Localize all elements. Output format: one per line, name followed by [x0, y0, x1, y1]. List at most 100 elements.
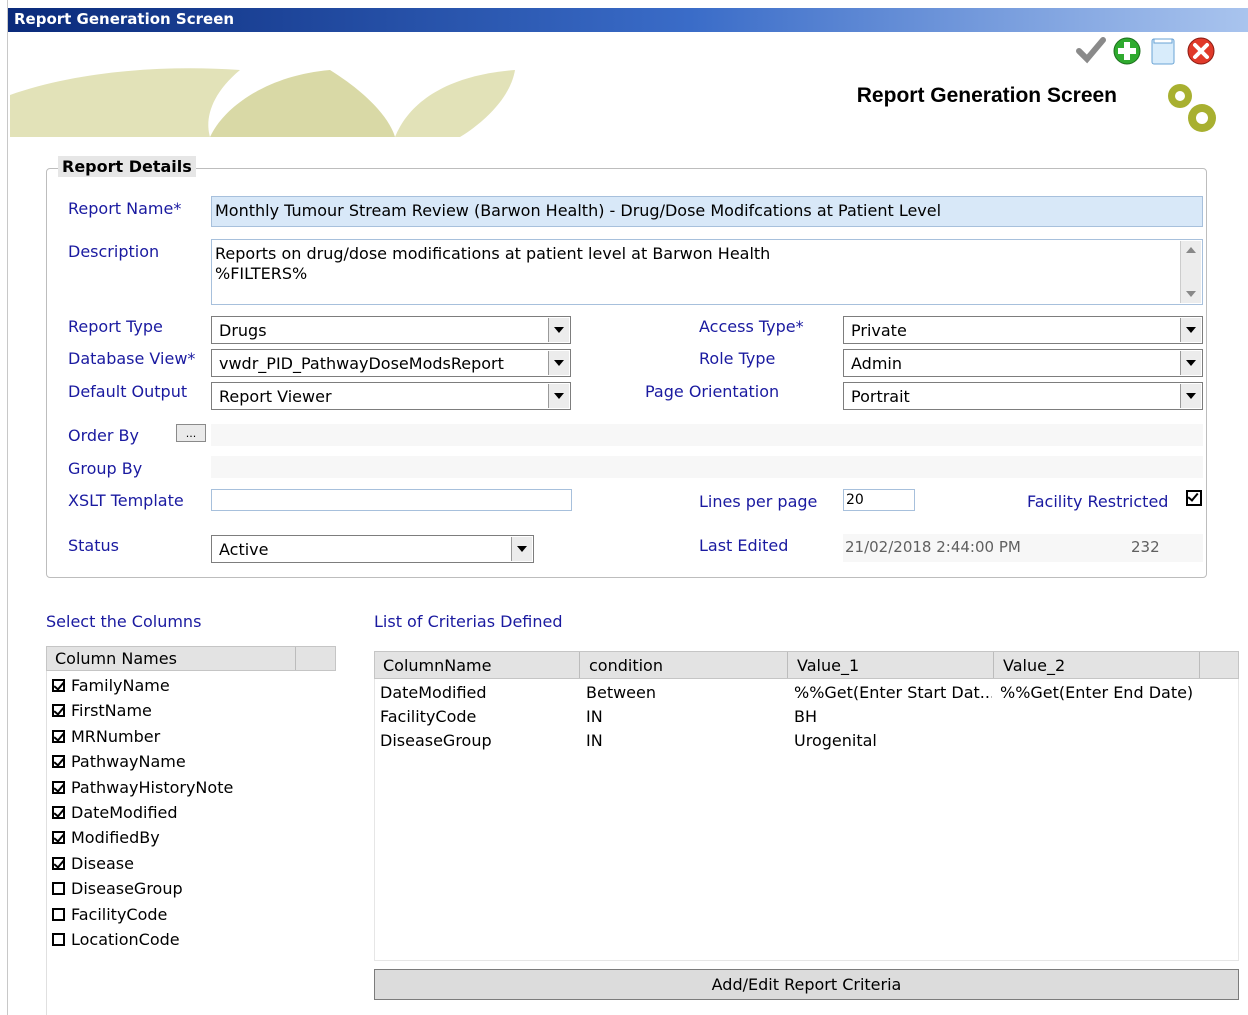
column-checkbox[interactable]	[52, 856, 65, 870]
criteria-header-cell[interactable]: ColumnName	[383, 656, 491, 675]
column-item[interactable]: FirstName	[52, 698, 152, 723]
column-item[interactable]: FamilyName	[52, 673, 170, 698]
status-value: Active	[219, 540, 269, 559]
header-divider	[579, 652, 580, 678]
last-edited-label: Last Edited	[699, 536, 789, 555]
status-select[interactable]: Active	[211, 535, 534, 563]
report-name-label: Report Name*	[68, 199, 182, 218]
column-item[interactable]: ModifiedBy	[52, 825, 160, 850]
column-checkbox[interactable]	[52, 806, 65, 819]
database-view-label: Database View*	[68, 349, 196, 368]
add-edit-criteria-button[interactable]: Add/Edit Report Criteria	[374, 969, 1239, 1000]
role-type-value: Admin	[851, 354, 902, 373]
criteria-cell[interactable]: DiseaseGroup	[380, 731, 492, 750]
chevron-down-icon[interactable]	[511, 537, 532, 561]
access-type-label: Access Type*	[699, 317, 804, 336]
column-item-label: PathwayHistoryNote	[71, 777, 234, 797]
column-checkbox[interactable]	[52, 882, 65, 896]
window-title-bar: Report Generation Screen	[8, 8, 1248, 32]
access-type-select[interactable]: Private	[843, 316, 1203, 344]
xslt-template-label: XSLT Template	[68, 491, 184, 510]
scroll-down-icon[interactable]	[1186, 291, 1196, 297]
criteria-cell[interactable]: FacilityCode	[380, 707, 476, 726]
column-item[interactable]: Disease	[52, 851, 134, 876]
criteria-cell[interactable]: %%Get(Enter Start Dat...	[794, 683, 992, 702]
access-type-value: Private	[851, 321, 907, 340]
report-type-select[interactable]: Drugs	[211, 316, 571, 344]
column-item[interactable]: PathwayHistoryNote	[52, 775, 233, 800]
add-icon[interactable]	[1112, 34, 1142, 66]
column-item[interactable]: LocationCode	[52, 927, 180, 952]
report-details-title: Report Details	[58, 156, 196, 177]
criteria-cell[interactable]: Between	[586, 683, 656, 702]
column-names-header-label: Column Names	[55, 649, 177, 668]
save-check-icon[interactable]	[1076, 34, 1106, 66]
chevron-down-icon[interactable]	[1180, 351, 1201, 375]
column-checkbox[interactable]	[52, 704, 65, 718]
chevron-down-icon[interactable]	[1180, 318, 1201, 342]
column-item[interactable]: MRNumber	[52, 724, 160, 749]
criteria-cell[interactable]: Urogenital	[794, 731, 877, 750]
scroll-up-icon[interactable]	[1186, 247, 1196, 253]
header-divider	[295, 647, 296, 670]
app-logo	[1160, 78, 1228, 138]
column-checkbox[interactable]	[52, 933, 65, 946]
page-orientation-value: Portrait	[851, 387, 910, 406]
criteria-cell[interactable]: IN	[586, 707, 603, 726]
close-icon[interactable]	[1186, 34, 1216, 66]
lines-per-page-field[interactable]: 20	[843, 489, 915, 511]
lines-per-page-label: Lines per page	[699, 492, 818, 511]
clear-icon[interactable]	[1148, 34, 1178, 66]
column-item[interactable]: PathwayName	[52, 749, 186, 774]
database-view-value: vwdr_PID_PathwayDoseModsReport	[219, 354, 504, 373]
criteria-cell[interactable]: BH	[794, 707, 817, 726]
criteria-cell[interactable]: IN	[586, 731, 603, 750]
criteria-cell[interactable]: %%Get(Enter End Date)	[1000, 683, 1193, 702]
column-item-label: Disease	[71, 853, 134, 873]
criteria-header-cell[interactable]: condition	[589, 656, 663, 675]
column-checkbox[interactable]	[52, 755, 65, 769]
column-checkbox[interactable]	[52, 907, 65, 921]
column-item[interactable]: DiseaseGroup	[52, 876, 183, 901]
role-type-select[interactable]: Admin	[843, 349, 1203, 377]
page-orientation-select[interactable]: Portrait	[843, 382, 1203, 410]
criteria-title: List of Criterias Defined	[374, 612, 563, 631]
report-type-value: Drugs	[219, 321, 267, 340]
database-view-select[interactable]: vwdr_PID_PathwayDoseModsReport	[211, 349, 571, 377]
xslt-template-field[interactable]	[211, 489, 572, 511]
role-type-label: Role Type	[699, 349, 776, 368]
chevron-down-icon[interactable]	[548, 384, 569, 408]
description-line-2: %FILTERS%	[215, 264, 308, 283]
page-orientation-label: Page Orientation	[645, 382, 780, 401]
column-checkbox[interactable]	[52, 831, 65, 845]
last-edited-value: 21/02/2018 2:44:00 PM	[845, 538, 1021, 556]
group-by-field	[211, 456, 1203, 478]
column-checkbox[interactable]	[52, 679, 65, 692]
criteria-cell[interactable]: DateModified	[380, 683, 487, 702]
header-divider	[787, 652, 788, 678]
column-checkbox[interactable]	[52, 729, 65, 743]
column-item[interactable]: FacilityCode	[52, 902, 167, 927]
default-output-select[interactable]: Report Viewer	[211, 382, 571, 410]
column-item-label: LocationCode	[71, 930, 180, 949]
chevron-down-icon[interactable]	[548, 351, 569, 375]
column-item-label: DiseaseGroup	[71, 879, 183, 899]
criteria-header-cell[interactable]: Value_2	[1003, 656, 1065, 675]
chevron-down-icon[interactable]	[548, 318, 569, 342]
description-label: Description	[68, 242, 160, 261]
column-item-label: DateModified	[71, 803, 178, 822]
column-item[interactable]: DateModified	[52, 800, 178, 825]
criteria-header-cell[interactable]: Value_1	[797, 656, 859, 675]
column-names-header[interactable]: Column Names	[46, 646, 336, 671]
window-left-edge	[0, 0, 8, 1015]
select-columns-title: Select the Columns	[46, 612, 202, 631]
facility-restricted-checkbox[interactable]	[1186, 490, 1202, 506]
chevron-down-icon[interactable]	[1180, 384, 1201, 408]
order-by-field	[211, 424, 1203, 446]
report-name-field[interactable]: Monthly Tumour Stream Review (Barwon Hea…	[211, 196, 1203, 227]
column-checkbox[interactable]	[52, 780, 65, 794]
default-output-label: Default Output	[68, 382, 188, 401]
description-scrollbar[interactable]	[1180, 241, 1201, 303]
order-by-button[interactable]: ...	[176, 424, 206, 442]
description-field[interactable]: Reports on drug/dose modifications at pa…	[211, 239, 1203, 305]
